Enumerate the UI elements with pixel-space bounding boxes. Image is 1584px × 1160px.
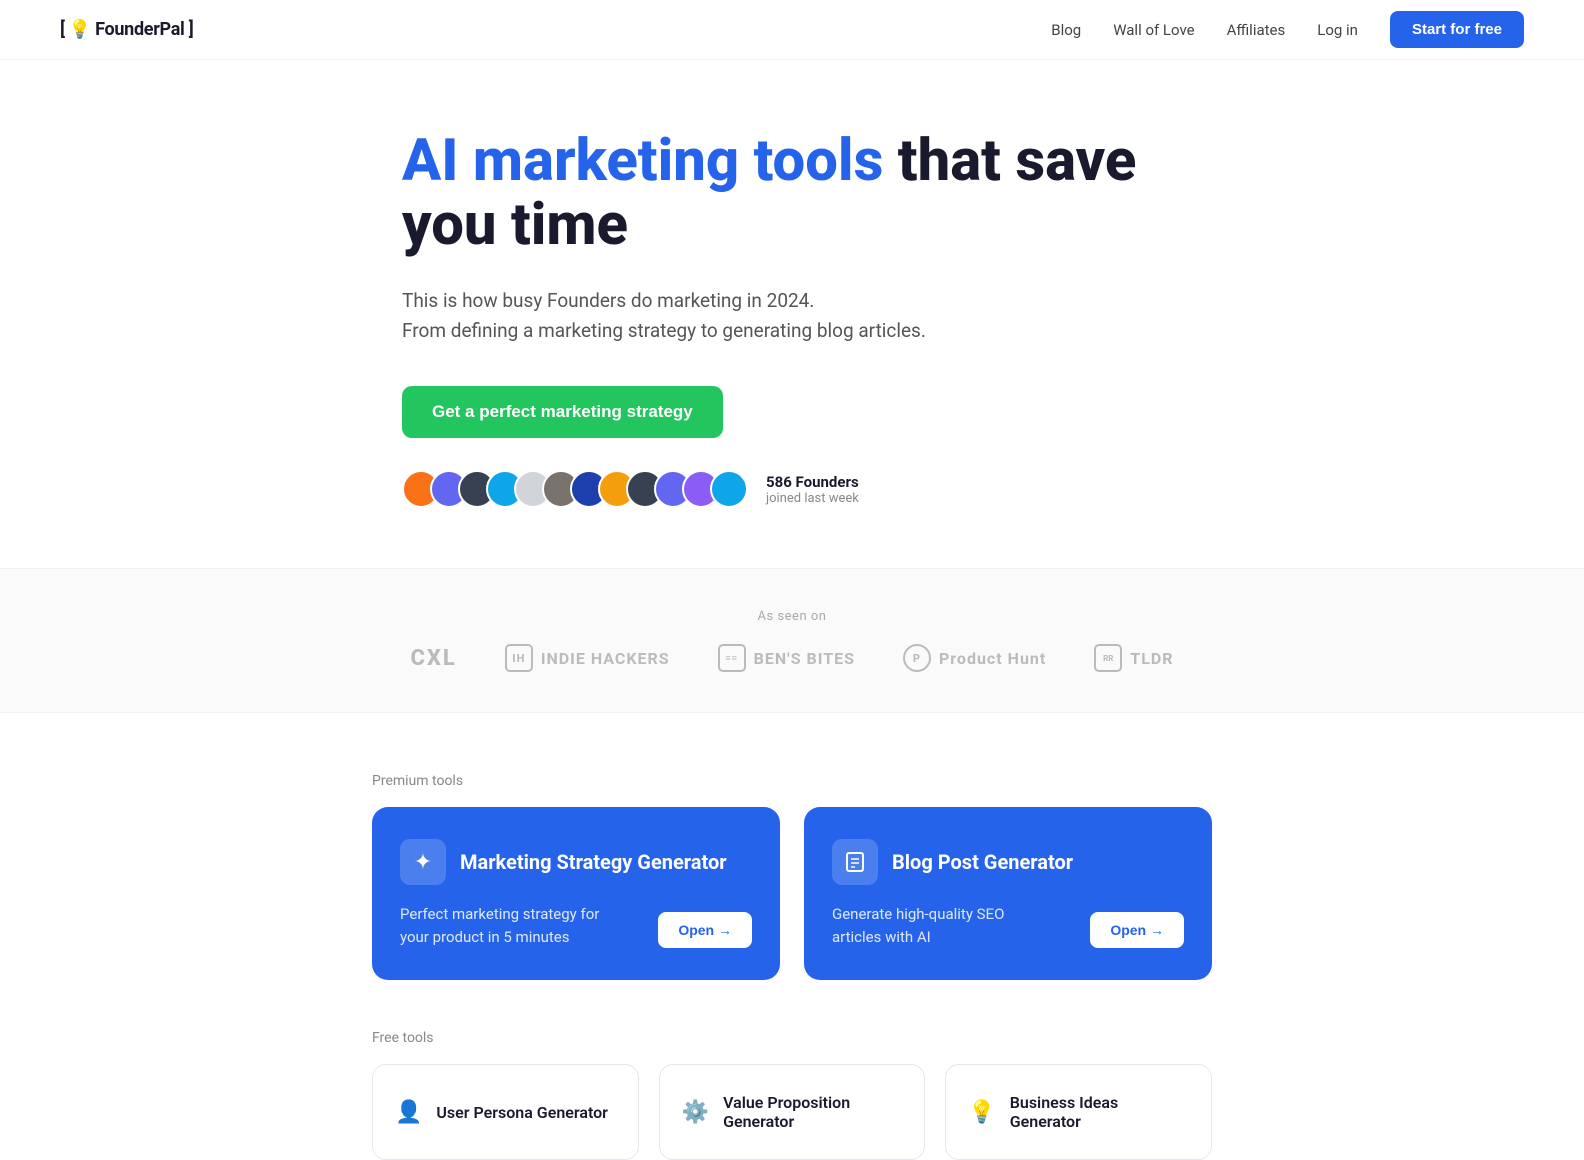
hero-section: AI marketing tools that save you time Th… [342,130,1242,508]
cta-button[interactable]: Get a perfect marketing strategy [402,386,723,438]
product-hunt-text: Product Hunt [939,649,1046,668]
business-ideas-title: Business Ideas Generator [1010,1093,1189,1131]
premium-tools-label: Premium tools [372,773,1212,789]
hero-title-blue: AI marketing tools [402,127,883,195]
user-persona-card[interactable]: 👤 User Persona Generator [372,1064,639,1160]
marketing-strategy-open-button[interactable]: Open → [658,912,752,948]
affiliates-link[interactable]: Affiliates [1227,21,1286,39]
tldr-icon: RR [1094,644,1122,672]
blog-post-icon [832,839,878,885]
wall-of-love-link[interactable]: Wall of Love [1113,21,1194,39]
tldr-text: TLDR [1130,649,1173,668]
logo-indie-hackers: IH INDIE HACKERS [505,644,670,672]
marketing-strategy-body: Perfect marketing strategy for your prod… [400,903,752,948]
navbar: [ 💡 FounderPal ] Blog Wall of Love Affil… [0,0,1584,60]
marketing-strategy-desc: Perfect marketing strategy for your prod… [400,903,600,948]
marketing-strategy-icon: ✦ [400,839,446,885]
value-proposition-card[interactable]: ⚙️ Value Proposition Generator [659,1064,926,1160]
business-ideas-icon: 💡 [968,1100,995,1125]
blog-post-open-button[interactable]: Open → [1090,912,1184,948]
hero-subtitle-line2: From defining a marketing strategy to ge… [402,319,926,342]
logo-cxl: CXL [410,646,456,671]
logos-row: CXL IH INDIE HACKERS ≡≡ BEN'S BITES P Pr… [60,644,1524,672]
blog-post-card: Blog Post Generator Generate high-qualit… [804,807,1212,980]
avatars-stack [402,470,748,508]
blog-post-header: Blog Post Generator [832,839,1184,885]
blog-post-desc: Generate high-quality SEO articles with … [832,903,1032,948]
business-ideas-card[interactable]: 💡 Business Ideas Generator [945,1064,1212,1160]
free-tools-label: Free tools [372,1030,1212,1046]
free-tools-grid: 👤 User Persona Generator ⚙️ Value Propos… [372,1064,1212,1160]
bens-bites-icon: ≡≡ [718,644,746,672]
login-link[interactable]: Log in [1317,21,1358,39]
logo[interactable]: [ 💡 FounderPal ] [60,19,193,40]
logo-tldr: RR TLDR [1094,644,1173,672]
indie-hackers-icon: IH [505,644,533,672]
avatars-row: 586 Founders joined last week [402,470,1182,508]
blog-post-title: Blog Post Generator [892,850,1073,874]
user-persona-title: User Persona Generator [436,1103,608,1122]
avatar-info: 586 Founders joined last week [766,473,859,506]
as-seen-section: As seen on CXL IH INDIE HACKERS ≡≡ BEN'S… [0,568,1584,713]
indie-hackers-text: INDIE HACKERS [541,649,670,668]
hero-subtitle: This is how busy Founders do marketing i… [402,286,1182,347]
product-hunt-icon: P [903,644,931,672]
marketing-strategy-title: Marketing Strategy Generator [460,850,727,874]
as-seen-label: As seen on [60,609,1524,624]
hero-title: AI marketing tools that save you time [402,130,1182,258]
marketing-strategy-card: ✦ Marketing Strategy Generator Perfect m… [372,807,780,980]
marketing-strategy-header: ✦ Marketing Strategy Generator [400,839,752,885]
hero-subtitle-line1: This is how busy Founders do marketing i… [402,289,814,312]
start-for-free-button[interactable]: Start for free [1390,11,1524,48]
user-persona-icon: 👤 [395,1100,422,1125]
founders-sub: joined last week [766,491,859,506]
tools-section: Premium tools ✦ Marketing Strategy Gener… [312,773,1272,1160]
cxl-text: CXL [410,646,456,671]
premium-tools-grid: ✦ Marketing Strategy Generator Perfect m… [372,807,1212,980]
value-proposition-icon: ⚙️ [682,1100,709,1125]
logo-product-hunt: P Product Hunt [903,644,1046,672]
value-proposition-title: Value Proposition Generator [723,1093,902,1131]
blog-post-body: Generate high-quality SEO articles with … [832,903,1184,948]
avatar-item [710,470,748,508]
logo-bens-bites: ≡≡ BEN'S BITES [718,644,855,672]
nav-links: Blog Wall of Love Affiliates Log in Star… [1051,11,1524,48]
bens-bites-text: BEN'S BITES [754,649,855,668]
founders-count: 586 Founders [766,473,859,491]
blog-link[interactable]: Blog [1051,21,1081,39]
